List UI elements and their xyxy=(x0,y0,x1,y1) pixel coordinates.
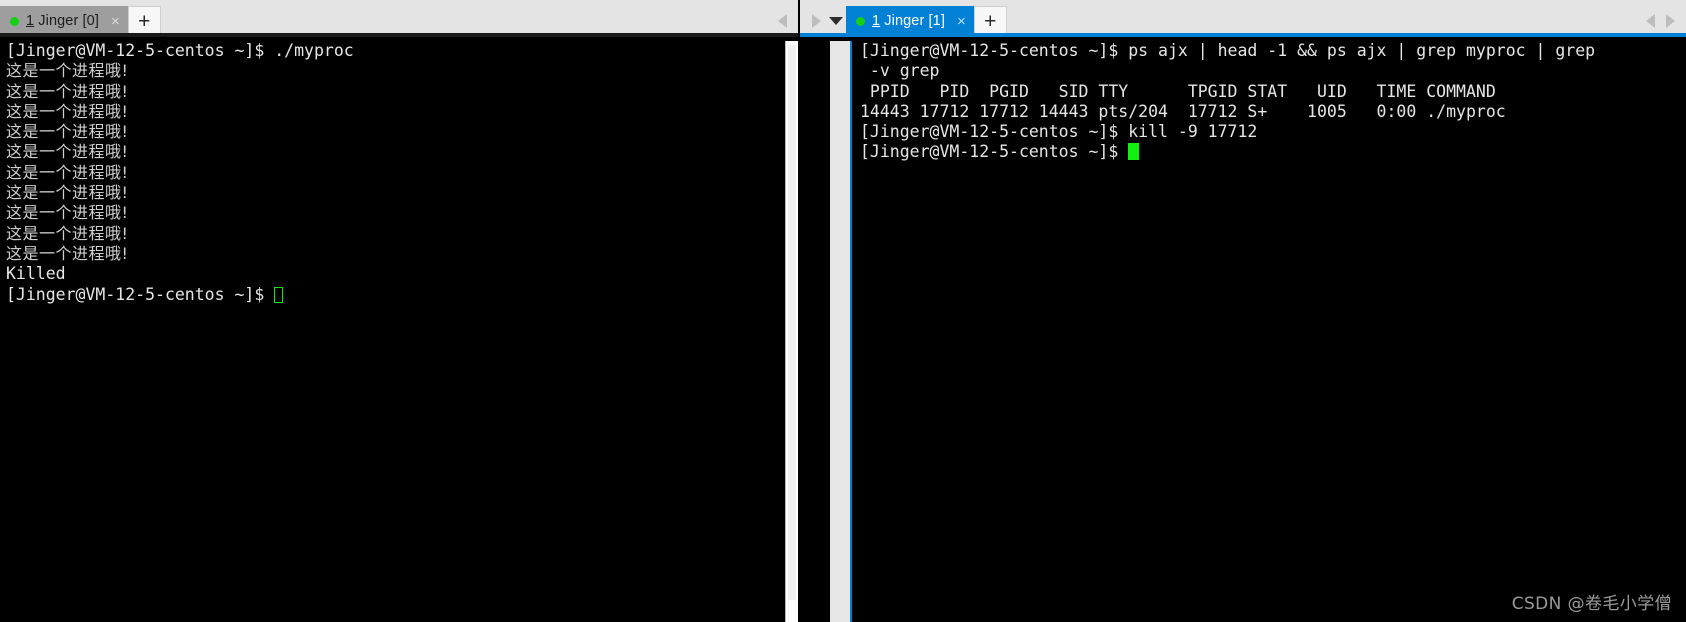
left-tab-bar: 1 Jinger [0] × + xyxy=(0,0,798,33)
left-tabbar-spacer xyxy=(161,3,772,33)
right-tab-prev-icon[interactable] xyxy=(1640,8,1660,33)
right-tab-index: 1 xyxy=(872,13,881,29)
terminal-prompt-text: [Jinger@VM-12-5-centos ~]$ xyxy=(860,142,1129,162)
terminal-line: PPID PID PGID SID TTY TPGID STAT UID TIM… xyxy=(860,82,1686,102)
terminal-line-text: Killed xyxy=(6,264,66,284)
right-tab-label: 1 Jinger [1] xyxy=(872,13,945,29)
right-tab-close-icon[interactable]: × xyxy=(957,14,966,29)
left-terminal[interactable]: [Jinger@VM-12-5-centos ~]$ ./myproc 这是一个进… xyxy=(0,37,798,622)
tab-status-dot-icon xyxy=(10,16,19,26)
terminal-line-text: PPID PID PGID SID TTY TPGID STAT UID TIM… xyxy=(860,81,1496,101)
right-terminal-left-gutter xyxy=(800,41,830,622)
terminal-line: 这是一个进程哦! xyxy=(6,122,785,142)
right-tab-jinger-1[interactable]: 1 Jinger [1] × xyxy=(846,6,974,33)
terminal-line-text: 14443 17712 17712 14443 pts/204 17712 S+… xyxy=(860,101,1506,121)
terminal-line: [Jinger@VM-12-5-centos ~]$ ./myproc xyxy=(6,41,785,61)
right-tab-nav-controls xyxy=(1640,6,1686,33)
left-terminal-scrollbar[interactable] xyxy=(785,41,798,622)
terminal-line-text: [Jinger@VM-12-5-centos ~]$ ./myproc xyxy=(6,41,354,60)
terminal-prompt-text: [Jinger@VM-12-5-centos ~]$ xyxy=(6,284,275,304)
terminal-line: 这是一个进程哦! xyxy=(6,163,785,183)
right-tab-lead-controls xyxy=(800,6,846,33)
terminal-line: 这是一个进程哦! xyxy=(6,183,785,203)
right-tab-play-icon[interactable] xyxy=(806,8,826,33)
left-tab-title: Jinger [0] xyxy=(34,13,99,29)
terminal-line: 14443 17712 17712 14443 pts/204 17712 S+… xyxy=(860,102,1686,122)
right-tab-dropdown-icon[interactable] xyxy=(826,8,846,33)
terminal-line: [Jinger@VM-12-5-centos ~]$ kill -9 17712 xyxy=(860,122,1686,142)
left-tab-close-icon[interactable]: × xyxy=(111,14,120,29)
terminal-line-text: 这是一个进程哦! xyxy=(6,142,129,162)
left-scrollbar-thumb[interactable] xyxy=(788,45,796,600)
terminal-app-window: 1 Jinger [0] × + [Jinger@VM-12-5-centos … xyxy=(0,0,1686,622)
right-new-tab-button[interactable]: + xyxy=(973,6,1007,33)
left-tab-jinger-0[interactable]: 1 Jinger [0] × xyxy=(0,6,128,33)
terminal-line-text: 这是一个进程哦! xyxy=(6,183,129,203)
terminal-line-text: [Jinger@VM-12-5-centos ~]$ kill -9 17712 xyxy=(860,122,1258,142)
terminal-line: 这是一个进程哦! xyxy=(6,224,785,244)
terminal-line-text: 这是一个进程哦! xyxy=(6,81,129,101)
left-tab-label: 1 Jinger [0] xyxy=(26,13,99,29)
terminal-line: 这是一个进程哦! xyxy=(6,203,785,223)
right-terminal-gutter-strip xyxy=(830,41,852,622)
right-tab-bar: 1 Jinger [1] × + xyxy=(800,0,1686,33)
left-tab-index: 1 xyxy=(26,13,35,29)
right-tabbar-spacer xyxy=(1007,3,1640,33)
terminal-line-text: [Jinger@VM-12-5-centos ~]$ ps ajx | head… xyxy=(860,41,1596,60)
left-scrollbar-down-button[interactable] xyxy=(786,610,798,622)
right-tab-title: Jinger [1] xyxy=(880,13,945,29)
terminal-line: 这是一个进程哦! xyxy=(6,61,785,81)
tab-status-dot-icon xyxy=(856,16,865,26)
terminal-line-text: 这是一个进程哦! xyxy=(6,223,129,243)
terminal-line-text: 这是一个进程哦! xyxy=(6,122,129,142)
terminal-line-text: 这是一个进程哦! xyxy=(6,101,129,121)
left-terminal-pane: 1 Jinger [0] × + [Jinger@VM-12-5-centos … xyxy=(0,0,798,622)
terminal-line: 这是一个进程哦! xyxy=(6,82,785,102)
terminal-line: 这是一个进程哦! xyxy=(6,244,785,264)
terminal-line: Killed xyxy=(6,264,785,284)
terminal-line: -v grep xyxy=(860,61,1686,81)
left-terminal-output: [Jinger@VM-12-5-centos ~]$ ./myproc 这是一个进… xyxy=(0,41,785,622)
terminal-line-text: 这是一个进程哦! xyxy=(6,203,129,223)
terminal-line-text: 这是一个进程哦! xyxy=(6,162,129,182)
left-tab-nav-controls xyxy=(772,6,798,33)
terminal-line-text: -v grep xyxy=(860,61,940,81)
right-terminal[interactable]: [Jinger@VM-12-5-centos ~]$ ps ajx | head… xyxy=(800,37,1686,622)
terminal-line: 这是一个进程哦! xyxy=(6,142,785,162)
terminal-cursor xyxy=(1128,143,1140,161)
right-terminal-output: [Jinger@VM-12-5-centos ~]$ ps ajx | head… xyxy=(852,41,1686,622)
terminal-prompt-line: [Jinger@VM-12-5-centos ~]$ xyxy=(860,142,1686,162)
terminal-cursor xyxy=(274,286,284,303)
left-tab-prev-icon[interactable] xyxy=(772,8,792,33)
terminal-line-text: 这是一个进程哦! xyxy=(6,243,129,263)
left-new-tab-button[interactable]: + xyxy=(127,6,161,33)
right-tab-next-icon[interactable] xyxy=(1660,8,1680,33)
terminal-line-text: 这是一个进程哦! xyxy=(6,61,129,81)
terminal-line: [Jinger@VM-12-5-centos ~]$ ps ajx | head… xyxy=(860,41,1686,61)
terminal-line: 这是一个进程哦! xyxy=(6,102,785,122)
terminal-prompt-line: [Jinger@VM-12-5-centos ~]$ xyxy=(6,285,785,305)
right-terminal-pane: 1 Jinger [1] × + [Jinger@VM-12-5-centos … xyxy=(800,0,1686,622)
